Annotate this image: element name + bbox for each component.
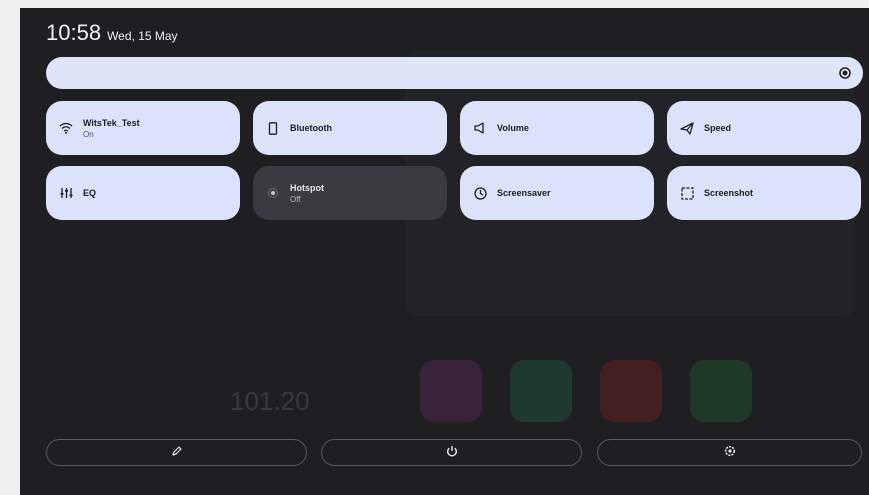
background-app-icon [420, 360, 482, 422]
quick-settings-panel: 101.20 10:58 Wed, 15 May WitsTek_Test On… [20, 8, 869, 495]
clock-icon [473, 186, 487, 200]
tile-hotspot-label: Hotspot [290, 182, 324, 193]
background-app-icon [690, 360, 752, 422]
tile-eq[interactable]: EQ [46, 166, 240, 220]
background-radio-frequency: 101.20 [230, 386, 310, 416]
tile-volume[interactable]: Volume [460, 101, 654, 155]
tile-bluetooth[interactable]: Bluetooth [253, 101, 447, 155]
tile-screenshot-label: Screenshot [704, 188, 754, 198]
clock-date: Wed, 15 May [107, 29, 178, 43]
screenshot-icon [680, 186, 694, 200]
background-app-icon [510, 360, 572, 422]
status-clock: 10:58 Wed, 15 May [46, 20, 178, 46]
tile-volume-label: Volume [497, 123, 529, 133]
brightness-icon[interactable] [837, 65, 853, 81]
tile-hotspot-status: Off [290, 194, 301, 204]
tile-screensaver[interactable]: Screensaver [460, 166, 654, 220]
edit-button[interactable] [46, 439, 307, 466]
power-icon [446, 444, 458, 462]
tile-wifi-label: WitsTek_Test [83, 117, 140, 128]
tile-eq-label: EQ [83, 188, 97, 198]
tile-hotspot[interactable]: Hotspot Off [253, 166, 447, 220]
tile-wifi-status: On [83, 129, 94, 139]
wifi-icon [59, 121, 73, 135]
hotspot-icon [266, 186, 280, 200]
clock-time: 10:58 [46, 20, 102, 45]
settings-button[interactable] [597, 439, 862, 466]
tile-wifi[interactable]: WitsTek_Test On [46, 101, 240, 155]
speed-icon [680, 121, 694, 135]
brightness-slider[interactable] [46, 57, 863, 89]
pencil-icon [171, 444, 182, 462]
background-app-icon [600, 360, 662, 422]
tile-bluetooth-label: Bluetooth [290, 123, 332, 133]
power-button[interactable] [321, 439, 582, 466]
tile-speed-label: Speed [704, 123, 732, 133]
bluetooth-icon [266, 121, 280, 135]
volume-icon [473, 121, 487, 135]
gear-icon [724, 444, 736, 462]
equalizer-icon [59, 186, 73, 200]
tile-screenshot[interactable]: Screenshot [667, 166, 861, 220]
tile-speed[interactable]: Speed [667, 101, 861, 155]
tile-screensaver-label: Screensaver [497, 188, 551, 198]
